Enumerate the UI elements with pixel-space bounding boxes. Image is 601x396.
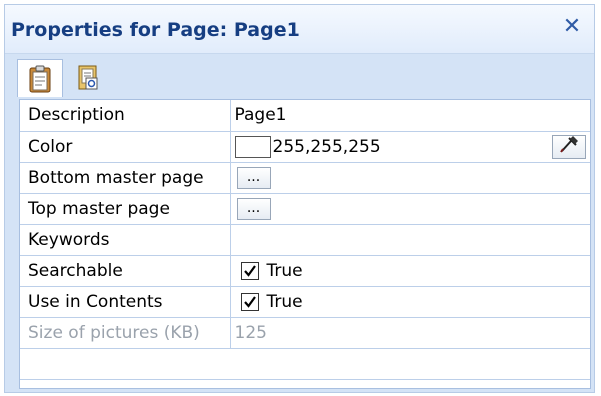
picture-size-value: 125	[230, 317, 590, 349]
property-row-picture-size: Size of pictures (KB) 125	[20, 317, 590, 349]
property-name: Color	[20, 131, 231, 163]
property-name: Size of pictures (KB)	[20, 317, 231, 349]
panel-titlebar: Properties for Page: Page1 ✕	[5, 5, 594, 54]
keywords-field[interactable]	[230, 224, 590, 256]
document-icon	[75, 64, 101, 92]
searchable-value: True	[266, 260, 303, 281]
property-row-empty	[20, 348, 590, 380]
property-row-bottom-master: Bottom master page ...	[20, 162, 590, 194]
eyedropper-button[interactable]	[552, 134, 586, 159]
tab-properties[interactable]	[17, 59, 63, 97]
property-tabs	[5, 53, 594, 99]
use-in-contents-value: True	[266, 291, 303, 312]
searchable-checkbox[interactable]	[240, 261, 259, 280]
close-icon[interactable]: ✕	[560, 15, 584, 39]
bottom-master-page-button[interactable]: ...	[236, 166, 271, 189]
color-value: 255,255,255	[272, 136, 381, 157]
property-name: Searchable	[20, 255, 231, 287]
color-swatch[interactable]	[234, 135, 271, 158]
eyedropper-icon	[558, 134, 580, 159]
property-name: Top master page	[20, 193, 231, 225]
property-row-searchable: Searchable True	[20, 255, 590, 287]
description-field[interactable]: Page1	[230, 100, 590, 132]
color-field[interactable]: 255,255,255	[230, 131, 590, 163]
property-row-top-master: Top master page ...	[20, 193, 590, 225]
property-row-color: Color 255,255,255	[20, 131, 590, 163]
tab-page-settings[interactable]	[65, 59, 111, 97]
use-in-contents-checkbox[interactable]	[240, 292, 259, 311]
properties-panel: Properties for Page: Page1 ✕ Description…	[4, 4, 595, 393]
clipboard-icon	[27, 65, 53, 93]
property-name: Description	[20, 100, 231, 132]
property-name: Bottom master page	[20, 162, 231, 194]
property-grid: Description Page1 Color 255,255,255 Bott…	[19, 99, 591, 389]
property-name: Keywords	[20, 224, 231, 256]
property-name: Use in Contents	[20, 286, 231, 318]
property-row-use-in-contents: Use in Contents True	[20, 286, 590, 318]
panel-title: Properties for Page: Page1	[11, 19, 300, 41]
property-row-keywords: Keywords	[20, 224, 590, 256]
property-row-description: Description Page1	[20, 100, 590, 132]
top-master-page-button[interactable]: ...	[236, 197, 271, 220]
